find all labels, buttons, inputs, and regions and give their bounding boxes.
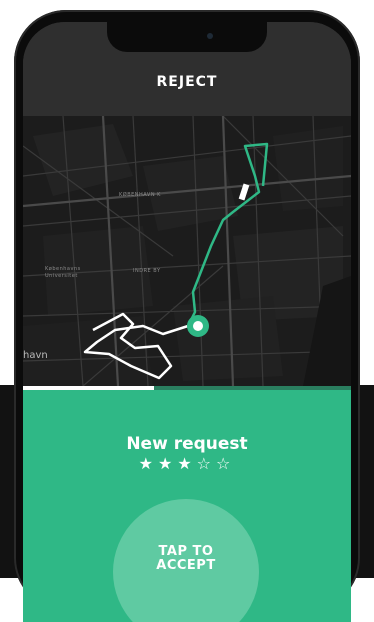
request-title: New request xyxy=(126,434,248,454)
camera-icon xyxy=(207,33,213,39)
accept-label: TAP TO ACCEPT xyxy=(156,544,216,573)
request-panel: New request ★★★☆☆ TAP TO ACCEPT xyxy=(23,390,351,622)
map-label-university: Københavns Universitet xyxy=(45,266,81,279)
phone-notch xyxy=(107,22,267,52)
phone-screen: REJECT KØBENHAVN K INDRE BY Københavns U… xyxy=(23,22,351,622)
rating-stars-icon: ★★★☆☆ xyxy=(138,454,236,473)
map-label-indre-by: INDRE BY xyxy=(133,268,161,274)
route-map[interactable]: KØBENHAVN K INDRE BY Københavns Universi… xyxy=(23,116,351,386)
map-label-area-edge: havn xyxy=(23,350,48,361)
reject-button[interactable]: REJECT xyxy=(23,74,351,90)
map-canvas xyxy=(23,116,351,386)
map-label-kobenhavn-k: KØBENHAVN K xyxy=(119,192,161,198)
tap-to-accept-button[interactable]: TAP TO ACCEPT xyxy=(113,499,259,622)
